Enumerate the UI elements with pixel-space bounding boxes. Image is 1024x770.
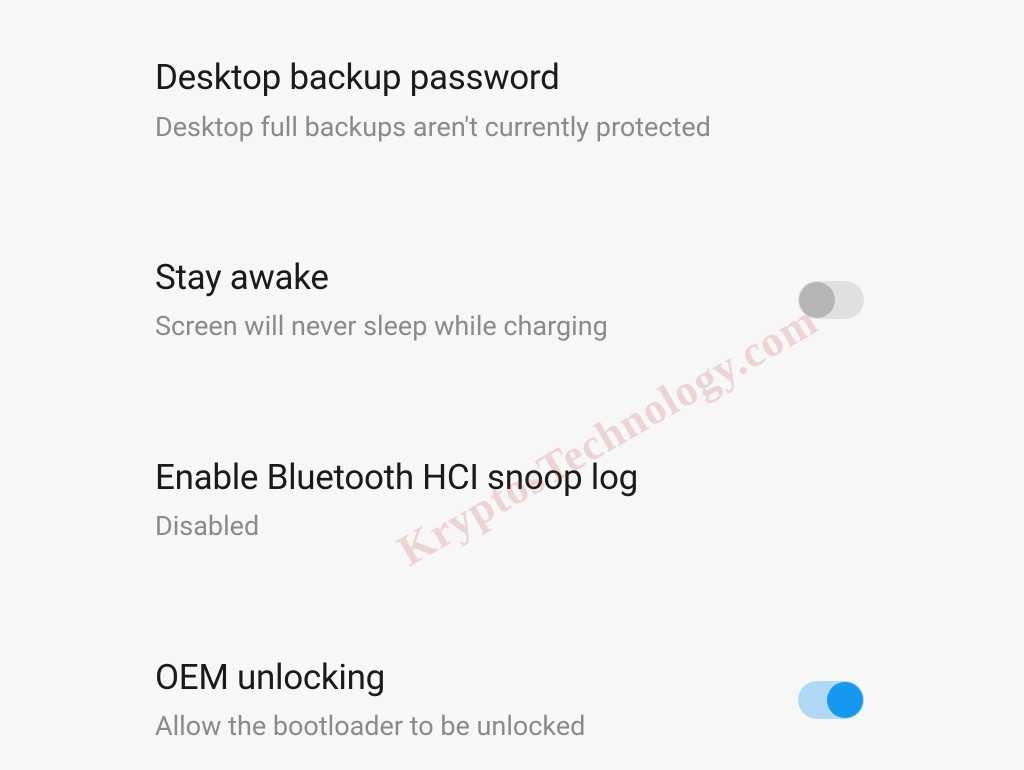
setting-text: Enable Bluetooth HCI snoop log Disabled [155,455,864,545]
setting-title: Stay awake [155,255,768,301]
setting-subtitle: Screen will never sleep while charging [155,308,768,344]
setting-text: OEM unlocking Allow the bootloader to be… [155,655,768,745]
setting-bluetooth-hci-snoop[interactable]: Enable Bluetooth HCI snoop log Disabled [155,430,864,570]
setting-subtitle: Disabled [155,508,864,544]
setting-title: Enable Bluetooth HCI snoop log [155,455,864,501]
setting-text: Desktop backup password Desktop full bac… [155,55,864,145]
setting-desktop-backup-password[interactable]: Desktop backup password Desktop full bac… [155,55,864,170]
toggle-thumb [827,682,863,718]
toggle-thumb [799,282,835,318]
setting-title: Desktop backup password [155,55,864,101]
setting-title: OEM unlocking [155,655,768,701]
oem-unlocking-toggle[interactable] [798,681,864,719]
stay-awake-toggle[interactable] [798,281,864,319]
setting-subtitle: Allow the bootloader to be unlocked [155,708,768,744]
setting-oem-unlocking[interactable]: OEM unlocking Allow the bootloader to be… [155,630,864,770]
setting-subtitle: Desktop full backups aren't currently pr… [155,109,864,145]
setting-stay-awake[interactable]: Stay awake Screen will never sleep while… [155,230,864,370]
settings-list: Desktop backup password Desktop full bac… [0,0,1024,770]
setting-text: Stay awake Screen will never sleep while… [155,255,768,345]
